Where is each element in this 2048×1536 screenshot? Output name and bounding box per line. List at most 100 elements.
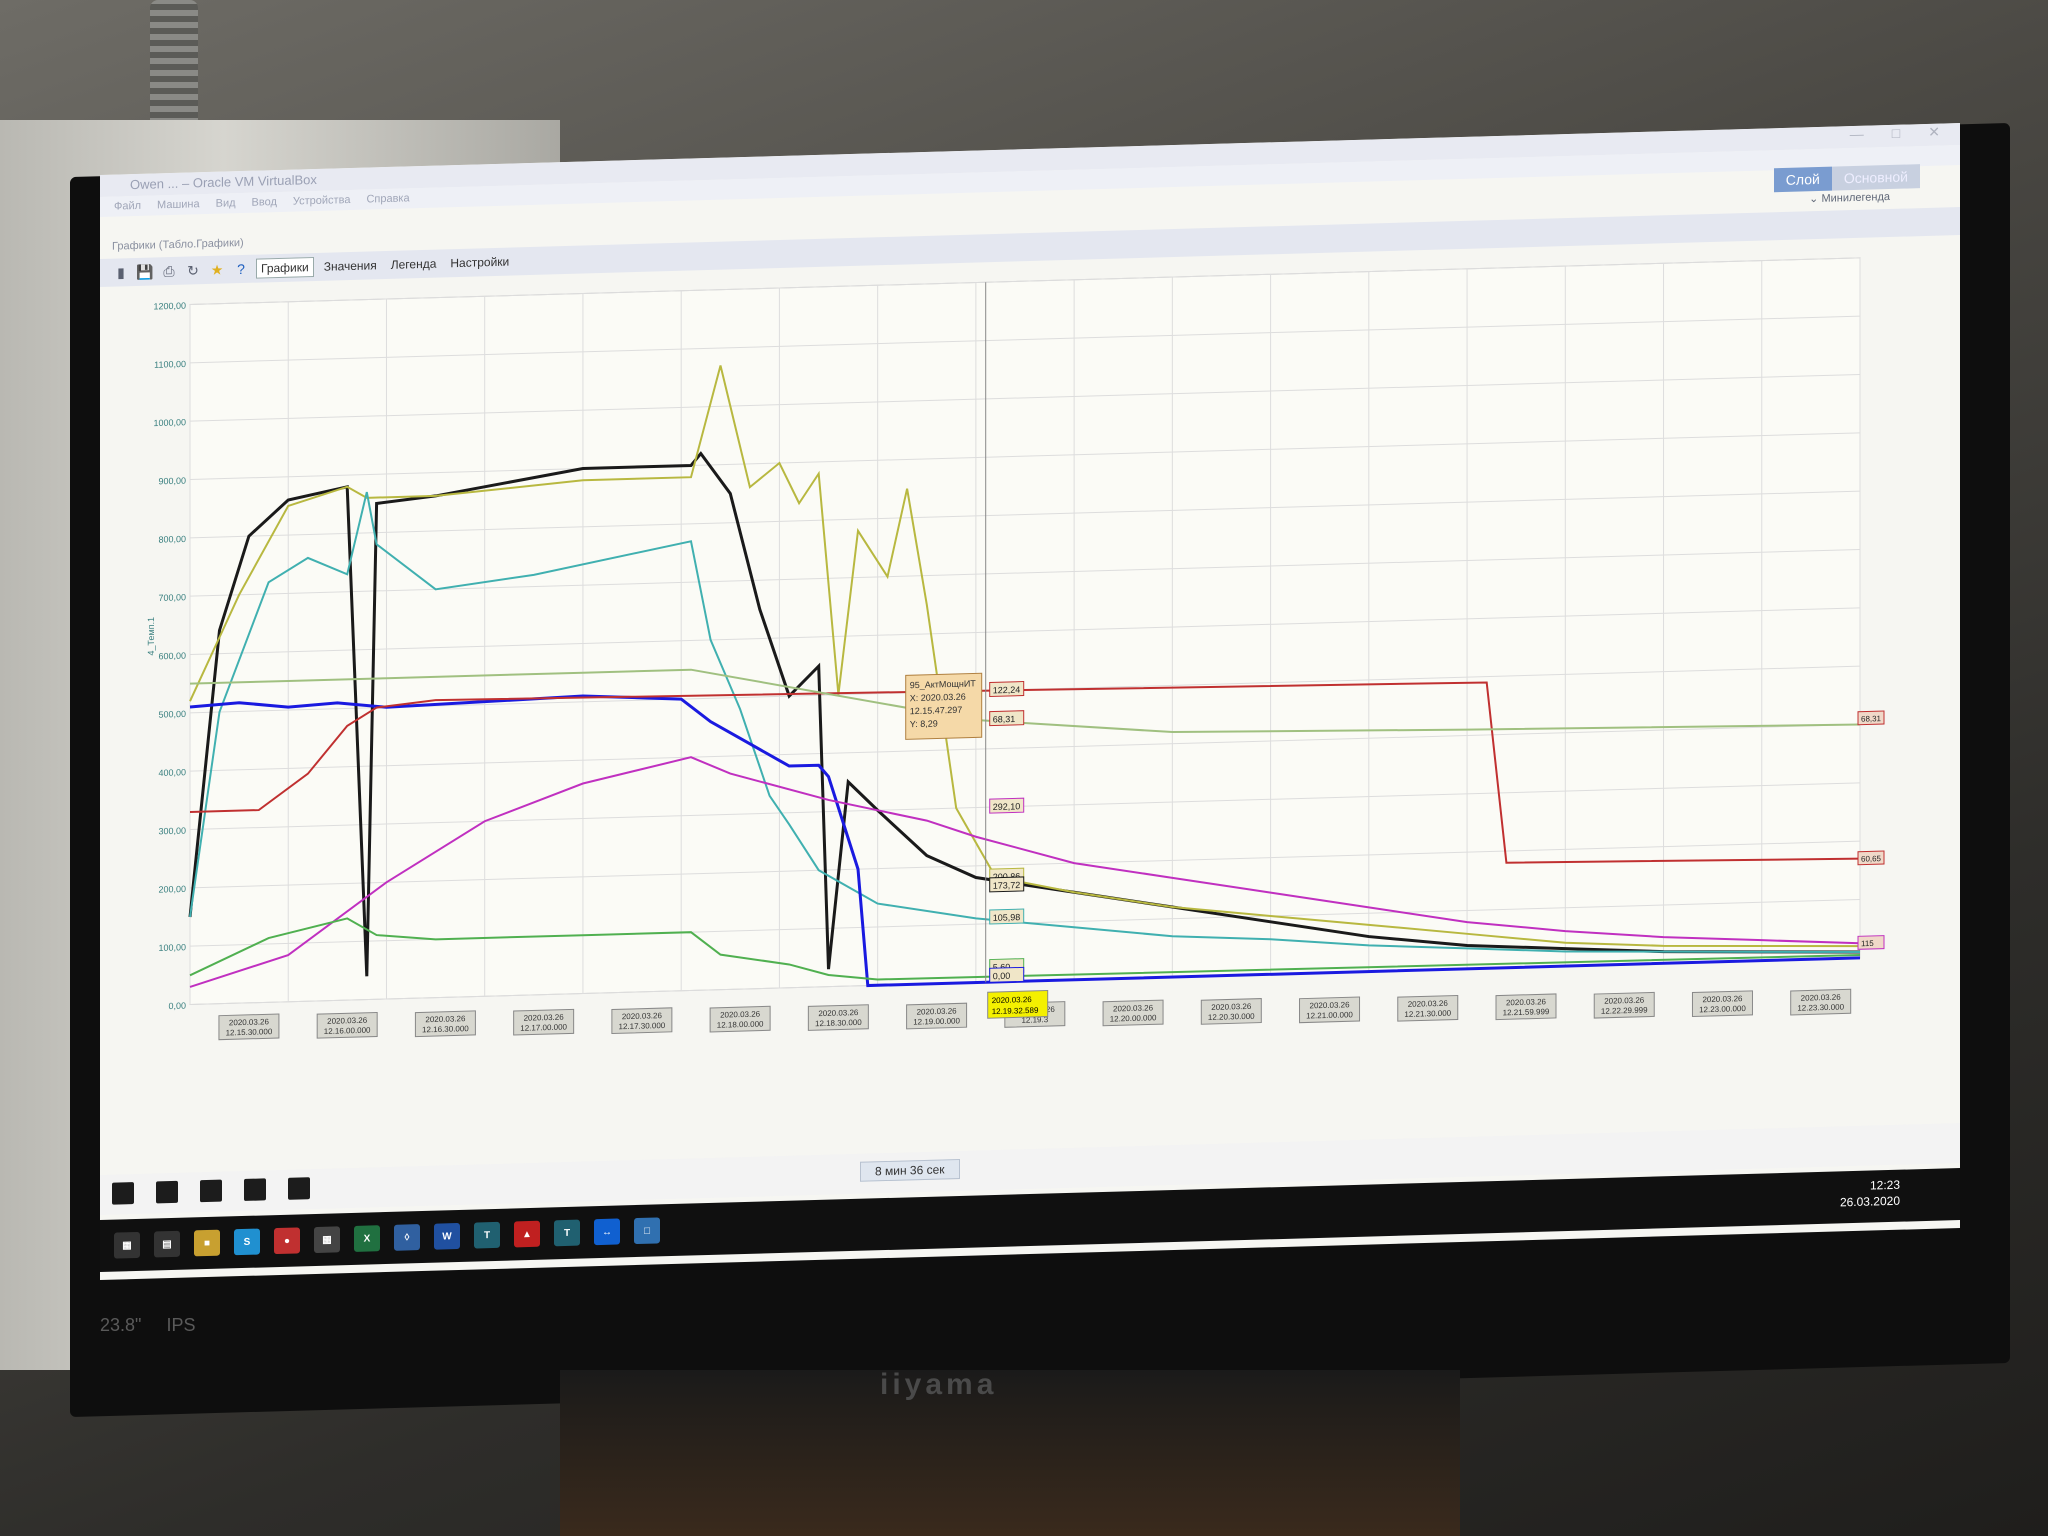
tab-settings[interactable]: Настройки [446,252,513,272]
x-tick-label: 2020.03.26 [1506,997,1547,1007]
cursor-time-label: 12.19.32.589 [992,1006,1039,1016]
tab-values[interactable]: Значения [320,256,381,276]
skype-icon[interactable]: S [234,1228,260,1256]
tab-legend[interactable]: Легенда [387,254,441,273]
y-tick-label: 1100,00 [154,359,186,370]
x-tick-label: 2020.03.26 [818,1008,859,1018]
x-tick-label: 12.18.30.000 [815,1018,862,1028]
x-tick-label: 2020.03.26 [720,1010,761,1020]
folder-icon[interactable]: ■ [194,1229,220,1257]
x-tick-label: 2020.03.26 [622,1011,663,1021]
teamviewer-icon[interactable]: ↔ [594,1218,620,1246]
x-tick-label: 2020.03.26 [1113,1003,1154,1013]
tooltip-line: Y: 8,29 [910,718,938,729]
menu-item[interactable]: Машина [157,194,200,215]
monitor-screen: Owen ... – Oracle VM VirtualBox — □ ✕ Фа… [100,123,1960,1280]
task-view-icon[interactable]: ▤ [154,1230,180,1258]
y-tick-label: 400,00 [158,767,186,778]
y-tick-label: 1200,00 [153,301,186,312]
mini-legend-label: Минилегенда [1821,191,1890,205]
folder-icon[interactable] [244,1178,266,1201]
search-icon[interactable] [156,1180,178,1204]
y-axis-label: 4_Темп.1 [146,617,156,656]
y-tick-label: 500,00 [158,709,186,720]
tia-portal-icon[interactable]: T [474,1221,500,1249]
tab-graphs[interactable]: Графики [256,257,314,279]
trend-chart[interactable]: 0,00 100,00 200,00 300,00 400,00 500,00 600,00… [140,236,1920,1166]
x-tick-label: 12.21.30.000 [1404,1009,1451,1019]
word-icon[interactable]: W [434,1222,460,1250]
x-tick-label: 2020.03.26 [1801,993,1842,1003]
graph-window-title: Графики (Табло.Графики) [112,236,244,253]
x-tick-label: 12.21.00.000 [1306,1010,1353,1020]
bezel-panel: IPS [166,1315,196,1335]
x-tick-label: 12.23.30.000 [1797,1002,1844,1012]
bezel-size: 23.8" [100,1315,142,1335]
tooltip-line: 95_АктМощнИТ [910,678,977,690]
x-tick-label: 2020.03.26 [917,1006,958,1016]
x-tick-label: 2020.03.26 [1604,996,1645,1006]
menu-item[interactable]: Файл [114,196,141,217]
y-tick-label: 800,00 [158,534,186,545]
y-tick-label: 900,00 [158,476,186,487]
x-tick-label: 2020.03.26 [1408,999,1449,1009]
menu-item[interactable]: Вид [216,193,236,214]
cursor-value-label: 122,24 [993,685,1021,696]
windows-start-icon[interactable] [112,1182,134,1205]
maximize-icon[interactable]: □ [1892,125,1900,142]
task-view-icon[interactable] [200,1179,222,1203]
x-tick-label: 12.20.30.000 [1208,1012,1255,1022]
y-tick-label: 1000,00 [153,417,186,428]
minimize-icon[interactable]: — [1850,126,1864,143]
virtualbox-icon[interactable]: ◊ [394,1224,420,1251]
browser-icon[interactable]: ● [274,1227,300,1255]
chevron-down-icon: ⌄ [1809,193,1819,206]
x-tick-label: 2020.03.26 [327,1016,368,1026]
print-icon[interactable]: ⎙ [160,262,178,281]
menu-item[interactable]: Ввод [252,192,277,213]
close-icon[interactable]: ✕ [1928,124,1940,141]
windows-start-icon[interactable]: ▦ [114,1231,140,1259]
cursor-value-label: 0,00 [993,971,1011,981]
y-tick-label: 700,00 [158,592,186,603]
clock-time: 12:23 [1869,1177,1900,1193]
mini-legend-toggle[interactable]: ⌄ Минилегенда [1809,187,1890,209]
x-tick-label: 12.18.00.000 [717,1019,764,1029]
tooltip-line: X: 2020.03.26 [910,692,966,704]
tooltip-line: 12.15.47.297 [910,705,963,716]
x-tick-label: 2020.03.26 [425,1014,466,1024]
y-tick-label: 200,00 [158,884,186,895]
refresh-icon[interactable]: ↻ [184,261,202,280]
trend-chart-svg[interactable]: 0,00 100,00 200,00 300,00 400,00 500,00 600,00… [140,236,1920,1166]
pdf-icon[interactable]: ▲ [514,1220,540,1248]
x-tick-label: 2020.03.26 [1211,1002,1252,1012]
x-tick-label: 2020.03.26 [229,1017,270,1027]
x-tick-label: 12.23.00.000 [1699,1004,1746,1014]
right-value-label: 115 [1861,939,1874,948]
save-icon[interactable]: 💾 [136,262,154,281]
right-value-label: 60,65 [1861,854,1882,864]
star-icon[interactable]: ★ [208,260,226,279]
help-icon[interactable]: ? [232,260,250,279]
x-tick-label: 12.22.29.999 [1601,1006,1648,1016]
system-clock: 12:23 26.03.2020 [1840,1177,1900,1211]
clock-date: 26.03.2020 [1839,1193,1900,1210]
apps-icon[interactable]: ▦ [314,1226,340,1254]
cursor-time-label: 2020.03.26 [992,995,1033,1005]
x-tick-label: 12.20.00.000 [1110,1013,1157,1023]
menu-item[interactable]: Справка [366,188,409,209]
y-tick-label: 600,00 [158,651,186,662]
signal-icon[interactable]: ▮ [112,263,130,282]
menu-item[interactable]: Устройства [293,190,351,212]
app-icon[interactable] [288,1177,310,1200]
window-controls: — □ ✕ [1850,124,1940,144]
x-tick-label: 2020.03.26 [524,1013,565,1023]
active-app-icon[interactable]: □ [634,1217,660,1245]
bezel-labels: 23.8" IPS [100,1315,195,1336]
excel-icon[interactable]: X [354,1225,380,1252]
x-tick-label: 12.16.00.000 [324,1026,371,1036]
x-tick-label: 12.16.30.000 [422,1024,469,1034]
y-tick-label: 300,00 [158,826,186,837]
cursor-value-label: 68,31 [993,714,1016,725]
tia-st-icon[interactable]: T [554,1219,580,1247]
